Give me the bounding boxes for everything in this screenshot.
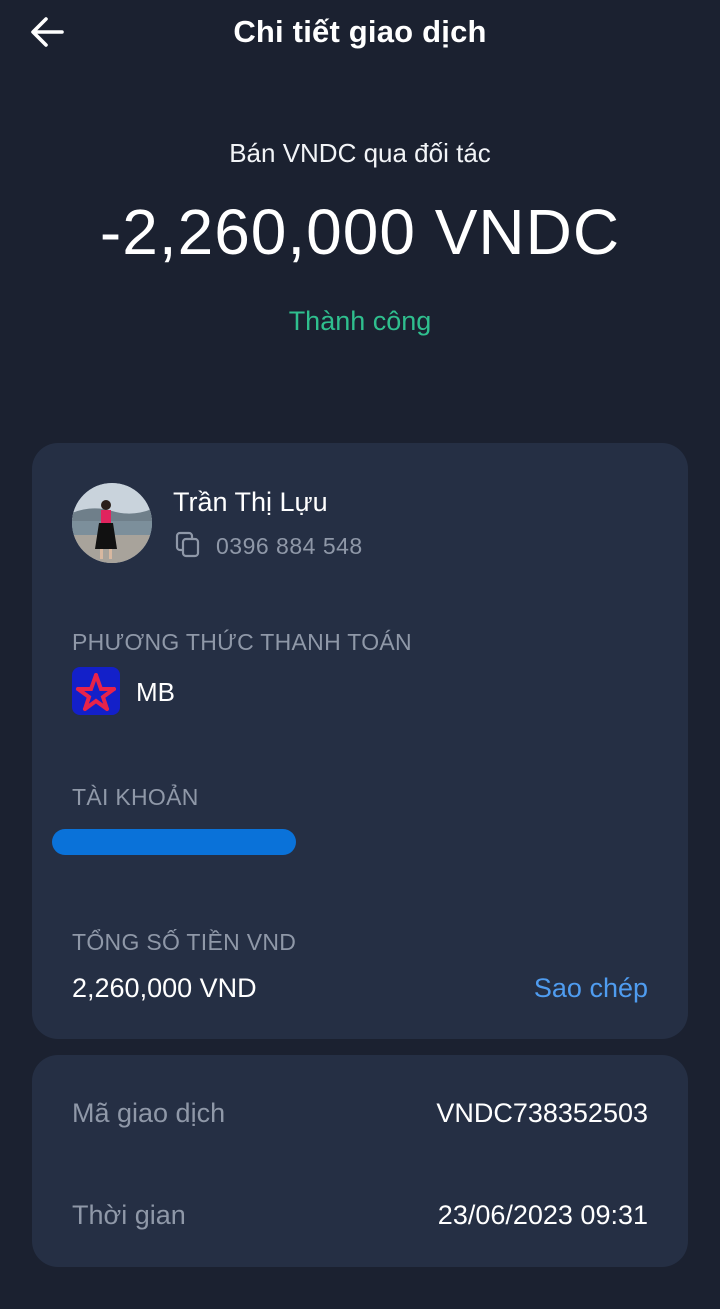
app-header: Chi tiết giao dịch: [0, 0, 720, 66]
transaction-id-value: VNDC738352503: [436, 1098, 648, 1128]
copy-icon[interactable]: [173, 530, 203, 560]
transaction-amount: -2,260,000 VNDC: [99, 196, 621, 268]
transaction-type: Bán VNDC qua đối tác: [229, 138, 491, 168]
copy-button[interactable]: Sao chép: [534, 973, 648, 1004]
transaction-id-label: Mã giao dịch: [72, 1098, 226, 1128]
page-title: Chi tiết giao dịch: [233, 14, 487, 49]
transaction-time-row: Thời gian 23/06/2023 09:31: [72, 1200, 648, 1240]
status-badge: Thành công: [288, 306, 432, 336]
total-amount-label: TỔNG SỐ TIỀN VND: [72, 929, 297, 955]
account-number-redacted: [52, 829, 296, 855]
payment-method-label: PHƯƠNG THỨC THANH TOÁN: [72, 629, 412, 655]
account-label: TÀI KHOẢN: [72, 784, 199, 810]
bank-name: MB: [136, 677, 175, 707]
total-amount-value: 2,260,000 VND: [72, 973, 257, 1003]
transaction-time-label: Thời gian: [72, 1200, 186, 1230]
transaction-time-value: 23/06/2023 09:31: [437, 1200, 648, 1230]
transaction-id-row: Mã giao dịch VNDC738352503: [72, 1098, 648, 1138]
recipient-card: Trần Thị Lựu 0396 884 548 PHƯƠNG THỨC TH…: [32, 443, 688, 1039]
recipient-phone: 0396 884 548: [216, 533, 363, 559]
transaction-meta-card: Mã giao dịch VNDC738352503 Thời gian 23/…: [32, 1055, 688, 1267]
transaction-detail-screen: Chi tiết giao dịch Bán VNDC qua đối tác …: [0, 0, 720, 1309]
recipient-name: Trần Thị Lựu: [173, 487, 328, 517]
avatar: [72, 483, 152, 563]
mb-bank-logo: [72, 667, 120, 715]
